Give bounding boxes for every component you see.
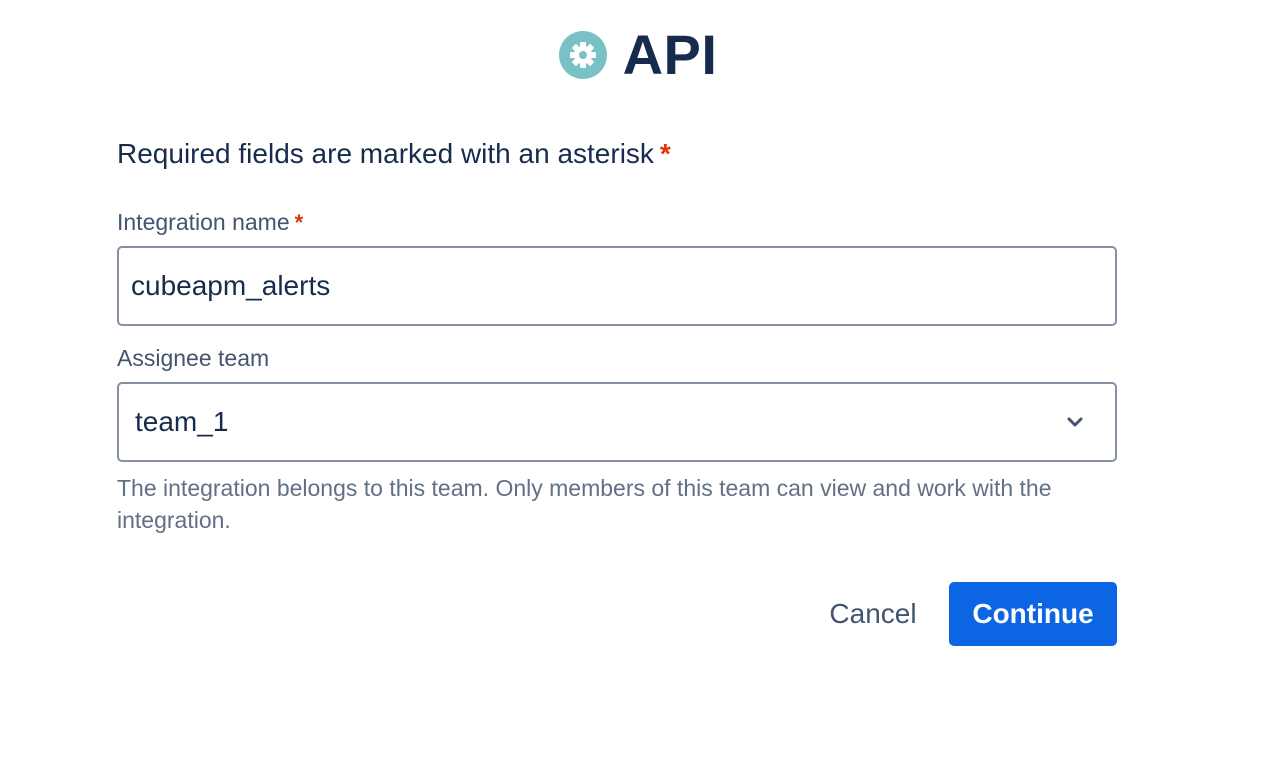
integration-name-label-text: Integration name: [117, 209, 290, 235]
page-title: API: [622, 23, 718, 86]
integration-name-label: Integration name *: [117, 208, 303, 237]
continue-button[interactable]: Continue: [949, 582, 1117, 646]
required-note-text: Required fields are marked with an aster…: [117, 138, 654, 169]
dialog-header: API: [0, 22, 1276, 88]
assignee-team-selected-value: team_1: [135, 406, 229, 437]
required-fields-note: Required fields are marked with an aster…: [117, 138, 671, 170]
integration-name-required-asterisk: *: [294, 210, 304, 235]
integration-name-input[interactable]: [117, 246, 1117, 326]
cancel-button[interactable]: Cancel: [815, 582, 931, 646]
chevron-down-icon: [1067, 417, 1083, 427]
required-asterisk: *: [659, 138, 671, 169]
assignee-team-label: Assignee team: [117, 345, 270, 371]
gear-icon: [558, 31, 607, 79]
assignee-team-helper-text: The integration belongs to this team. On…: [117, 475, 1052, 533]
assignee-team-select[interactable]: team_1: [117, 382, 1117, 462]
